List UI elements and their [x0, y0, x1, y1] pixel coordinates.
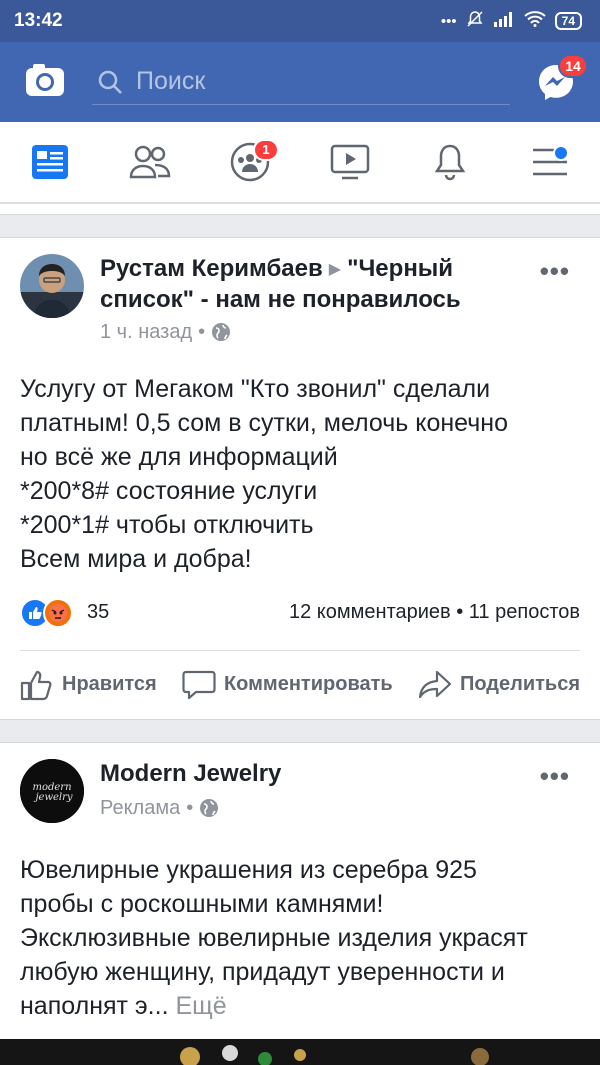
- status-time: 13:42: [14, 10, 63, 31]
- status-icons: ••• 74: [441, 10, 582, 32]
- post-line: любую женщину, придадут уверенности и: [20, 957, 505, 986]
- tab-notifications[interactable]: [425, 137, 475, 187]
- mute-icon: [466, 10, 484, 32]
- ad-image[interactable]: [0, 1039, 600, 1065]
- post-line: Ювелирные украшения из серебра 925: [20, 855, 477, 884]
- ad-post-card: modern jewelry Modern Jewelry Реклама • ••…: [0, 743, 600, 1023]
- tab-groups[interactable]: 1: [225, 137, 279, 187]
- post-options-button[interactable]: •••: [540, 256, 570, 287]
- top-bar: Поиск 14: [0, 42, 600, 122]
- tab-news-feed[interactable]: [25, 137, 75, 187]
- messenger-badge: 14: [558, 54, 588, 78]
- camera-icon[interactable]: [24, 59, 66, 106]
- share-icon: [418, 670, 452, 698]
- post-line: *200*1# чтобы отключить: [20, 510, 314, 539]
- post-line: *200*8# состояние услуги: [20, 476, 318, 505]
- signal-icon: [493, 11, 515, 31]
- post-meta: 1 ч. назад •: [100, 321, 520, 344]
- engagement-counts: 12 комментариев • 11 репостов: [289, 601, 580, 624]
- more-notifications-icon: •••: [440, 12, 457, 30]
- reactions-bar: 35 12 комментариев • 11 репостов: [20, 597, 580, 628]
- search-icon: [98, 70, 122, 94]
- share-button[interactable]: Поделиться: [418, 669, 580, 701]
- globe-icon: [212, 323, 231, 342]
- battery-indicator: 74: [554, 12, 582, 30]
- feed-separator: [0, 214, 600, 238]
- menu-notification-dot: [553, 145, 569, 161]
- post-card: Рустам Керимбаев ▶ "Черный список" - нам н…: [0, 238, 600, 719]
- watch-icon: [330, 144, 370, 180]
- brand-logo[interactable]: modern jewelry: [20, 758, 84, 823]
- like-button[interactable]: Нравится: [20, 669, 157, 701]
- search-input[interactable]: Поиск: [92, 60, 510, 105]
- reactions-summary[interactable]: 35: [20, 597, 110, 628]
- comment-button[interactable]: Комментировать: [182, 669, 393, 701]
- post-actions: Нравится Комментировать Поделиться: [20, 649, 580, 719]
- see-more-link[interactable]: Ещё: [175, 992, 226, 1020]
- post-line: Услугу от Мегаком "Кто звонил" сделали: [20, 374, 491, 403]
- post-options-button[interactable]: •••: [540, 761, 570, 792]
- triangle-right-icon: ▶: [328, 260, 342, 278]
- comment-label: Комментировать: [223, 673, 393, 696]
- post-meta: Реклама •: [100, 797, 520, 820]
- nav-bar: 1: [0, 122, 600, 204]
- post-header: Рустам Керимбаев ▶ "Черный список" - нам н…: [20, 238, 580, 344]
- angry-reaction-icon: [43, 597, 73, 628]
- messenger-button[interactable]: 14: [536, 54, 588, 102]
- post-line: платным! 0,5 сом в сутки, мелочь конечно: [20, 408, 508, 437]
- bell-icon: [434, 144, 466, 181]
- post-line: но всё же для информаций: [20, 442, 338, 471]
- thumbs-up-icon: [20, 670, 52, 700]
- shares-count[interactable]: 11 репостов: [469, 601, 580, 623]
- svg-text:jewelry: jewelry: [33, 792, 72, 803]
- post-line: Всем мира и добра!: [20, 544, 252, 573]
- globe-icon: [200, 799, 219, 818]
- post-author[interactable]: Modern Jewelry: [100, 759, 520, 789]
- reactions-count: 35: [87, 601, 110, 624]
- tab-menu[interactable]: [525, 137, 575, 187]
- tab-watch[interactable]: [325, 137, 375, 187]
- status-bar: 13:42 ••• 74: [0, 0, 600, 42]
- sponsored-label[interactable]: Реклама: [100, 797, 180, 820]
- post-author[interactable]: Рустам Керимбаев ▶ "Черный список" - нам н…: [100, 254, 520, 315]
- feed-separator: [0, 718, 600, 743]
- comments-count[interactable]: 12 комментариев: [289, 601, 451, 623]
- post-line: Эксклюзивные ювелирные изделия украсят: [20, 923, 528, 952]
- post-text: Ювелирные украшения из серебра 925 пробы…: [20, 853, 580, 1023]
- post-header-text: Modern Jewelry Реклама •: [100, 759, 520, 823]
- groups-badge: 1: [253, 139, 279, 161]
- search-placeholder: Поиск: [136, 67, 206, 95]
- share-label: Поделиться: [459, 673, 580, 696]
- post-line: наполнят э... Ещё: [20, 991, 227, 1020]
- comment-icon: [182, 670, 216, 699]
- post-text: Услугу от Мегаком "Кто звонил" сделали п…: [20, 372, 580, 576]
- like-label: Нравится: [62, 673, 157, 696]
- friends-icon: [129, 145, 171, 179]
- avatar[interactable]: [20, 254, 84, 318]
- post-header: modern jewelry Modern Jewelry Реклама •: [20, 743, 580, 823]
- post-line: пробы с роскошными камнями!: [20, 889, 384, 918]
- news-feed-icon: [32, 145, 68, 179]
- post-header-text: Рустам Керимбаев ▶ "Черный список" - нам н…: [100, 254, 520, 344]
- wifi-icon: [523, 11, 546, 31]
- tab-friends[interactable]: [125, 137, 175, 187]
- author-name[interactable]: Рустам Керимбаев: [100, 255, 323, 282]
- post-time[interactable]: 1 ч. назад: [100, 321, 192, 344]
